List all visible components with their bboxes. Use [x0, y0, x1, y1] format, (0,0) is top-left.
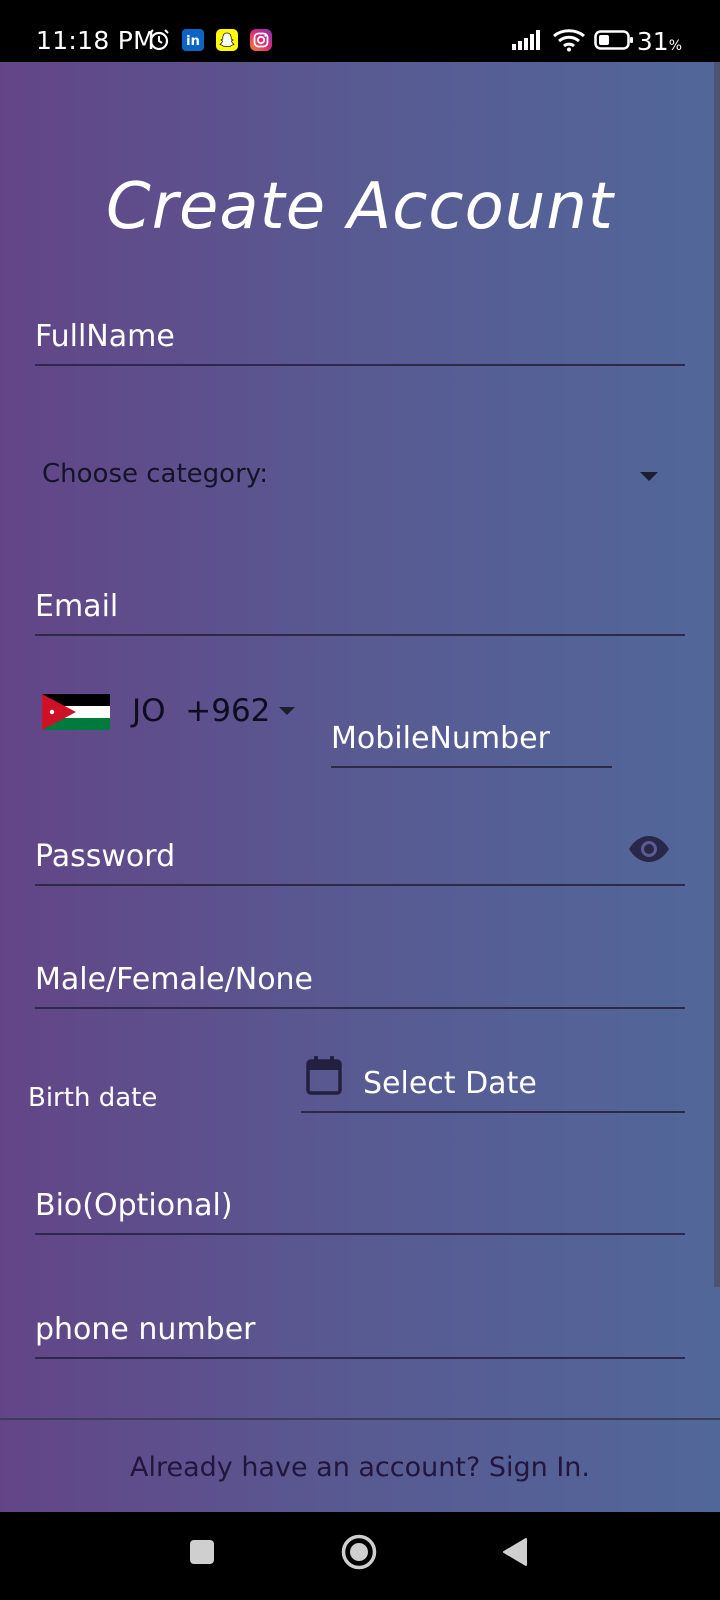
back-button[interactable] — [502, 1537, 528, 1567]
password-placeholder: Password — [35, 839, 176, 874]
chevron-down-icon — [640, 472, 658, 481]
signal-icon — [510, 28, 546, 52]
svg-text:in: in — [186, 34, 200, 49]
category-dropdown[interactable]: Choose category: — [35, 452, 665, 502]
instagram-icon — [249, 28, 273, 52]
birth-date-label: Birth date — [28, 1083, 158, 1113]
gender-placeholder: Male/Female/None — [35, 962, 314, 997]
country-iso: JO — [132, 693, 166, 729]
full-name-field[interactable]: FullName — [35, 294, 685, 366]
mobile-number-field[interactable]: MobileNumber — [331, 688, 612, 768]
status-bar: 11:18 PM in 31% — [0, 0, 720, 62]
alarm-icon — [147, 28, 171, 52]
country-code: JO +962 — [132, 693, 270, 729]
password-field[interactable]: Password — [35, 810, 685, 886]
gender-field[interactable]: Male/Female/None — [35, 942, 685, 1009]
recents-button[interactable] — [189, 1539, 215, 1565]
create-account-screen[interactable]: Create Account FullName Choose category:… — [0, 62, 720, 1512]
phone-number-placeholder: phone number — [35, 1312, 256, 1347]
show-password-icon[interactable] — [627, 834, 671, 864]
mobile-number-placeholder: MobileNumber — [331, 721, 550, 756]
home-button[interactable] — [341, 1534, 377, 1570]
bio-field[interactable]: Bio(Optional) — [35, 1167, 685, 1235]
battery-level: 31% — [636, 27, 682, 56]
linkedin-icon: in — [181, 28, 205, 52]
country-dial-code: +962 — [185, 693, 271, 729]
navigation-bar — [0, 1512, 720, 1600]
email-field[interactable]: Email — [35, 562, 685, 636]
page-title: Create Account — [106, 170, 614, 244]
footer-divider — [0, 1418, 720, 1420]
category-placeholder: Choose category: — [42, 459, 269, 489]
bio-placeholder: Bio(Optional) — [35, 1188, 233, 1223]
country-chevron-down-icon — [279, 707, 295, 715]
full-name-placeholder: FullName — [35, 319, 175, 354]
snapchat-icon — [215, 28, 239, 52]
battery-icon — [594, 28, 634, 52]
calendar-icon — [306, 1055, 342, 1095]
sign-in-link[interactable]: Already have an account? Sign In. — [0, 1452, 720, 1483]
scrollbar[interactable] — [714, 62, 720, 1287]
status-time: 11:18 PM — [36, 26, 156, 55]
phone-number-field[interactable]: phone number — [35, 1290, 685, 1359]
select-date-text: Select Date — [363, 1066, 537, 1101]
wifi-icon — [552, 28, 586, 52]
email-placeholder: Email — [35, 589, 119, 624]
select-date-field[interactable]: Select Date — [301, 1047, 685, 1113]
jordan-flag-icon — [42, 694, 110, 730]
